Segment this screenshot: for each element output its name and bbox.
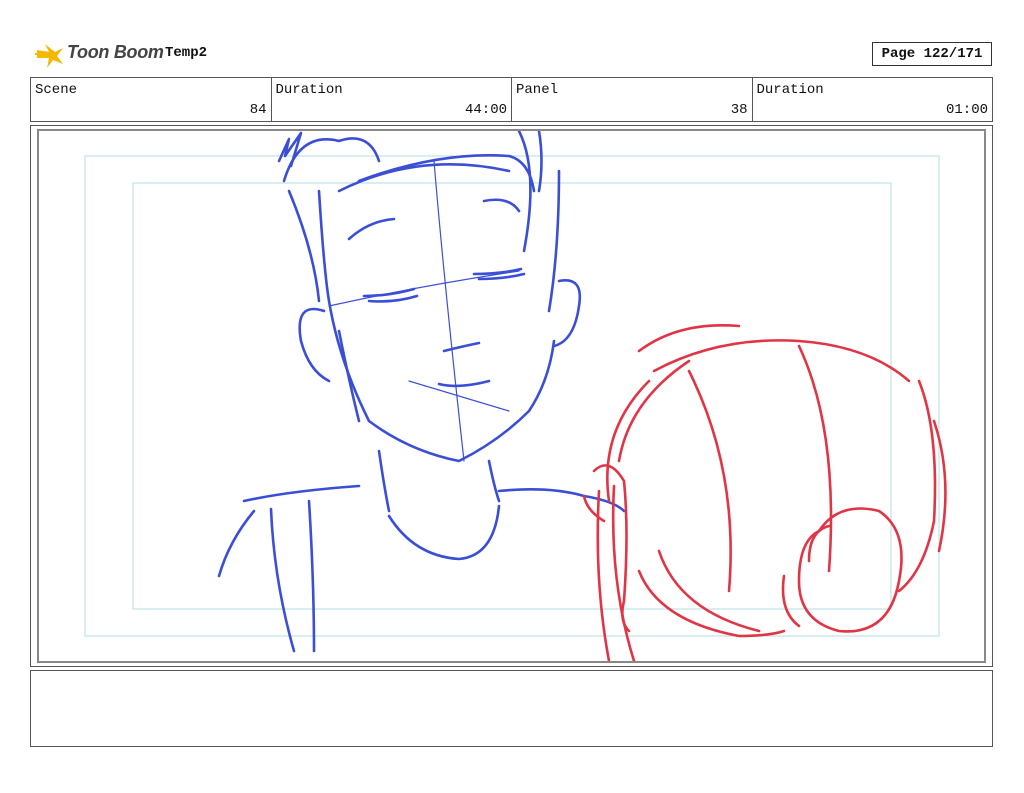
panel-value: 38: [730, 102, 748, 118]
scene-label: Scene: [35, 82, 78, 98]
scene-cell: Scene 84: [31, 78, 272, 121]
scene-duration-value: 44:00: [464, 102, 507, 118]
boy-figure-sketch: [217, 131, 626, 653]
panel-cell: Panel 38: [512, 78, 753, 121]
scene-duration-label: Duration: [275, 82, 343, 98]
storyboard-sketch: [84, 131, 947, 661]
project-name: Temp2: [165, 45, 208, 61]
panel-duration-label: Duration: [756, 82, 824, 98]
page-indicator: Page 122/171: [872, 42, 992, 66]
scene-value: 84: [249, 102, 267, 118]
panel-image: [37, 129, 986, 663]
panel-notes-box: [30, 670, 993, 747]
panel-info-row: Scene 84 Duration 44:00 Panel 38 Duratio…: [30, 77, 993, 122]
panel-label: Panel: [516, 82, 559, 98]
action-safe-frame: [132, 182, 892, 610]
panel-duration-value: 01:00: [945, 102, 988, 118]
brand-name: Toon Boom: [67, 42, 164, 62]
title-safe-frame: [84, 155, 940, 637]
panel-duration-cell: Duration 01:00: [753, 78, 993, 121]
scene-duration-cell: Duration 44:00: [272, 78, 512, 121]
page-label: Page 122/171: [881, 46, 983, 62]
